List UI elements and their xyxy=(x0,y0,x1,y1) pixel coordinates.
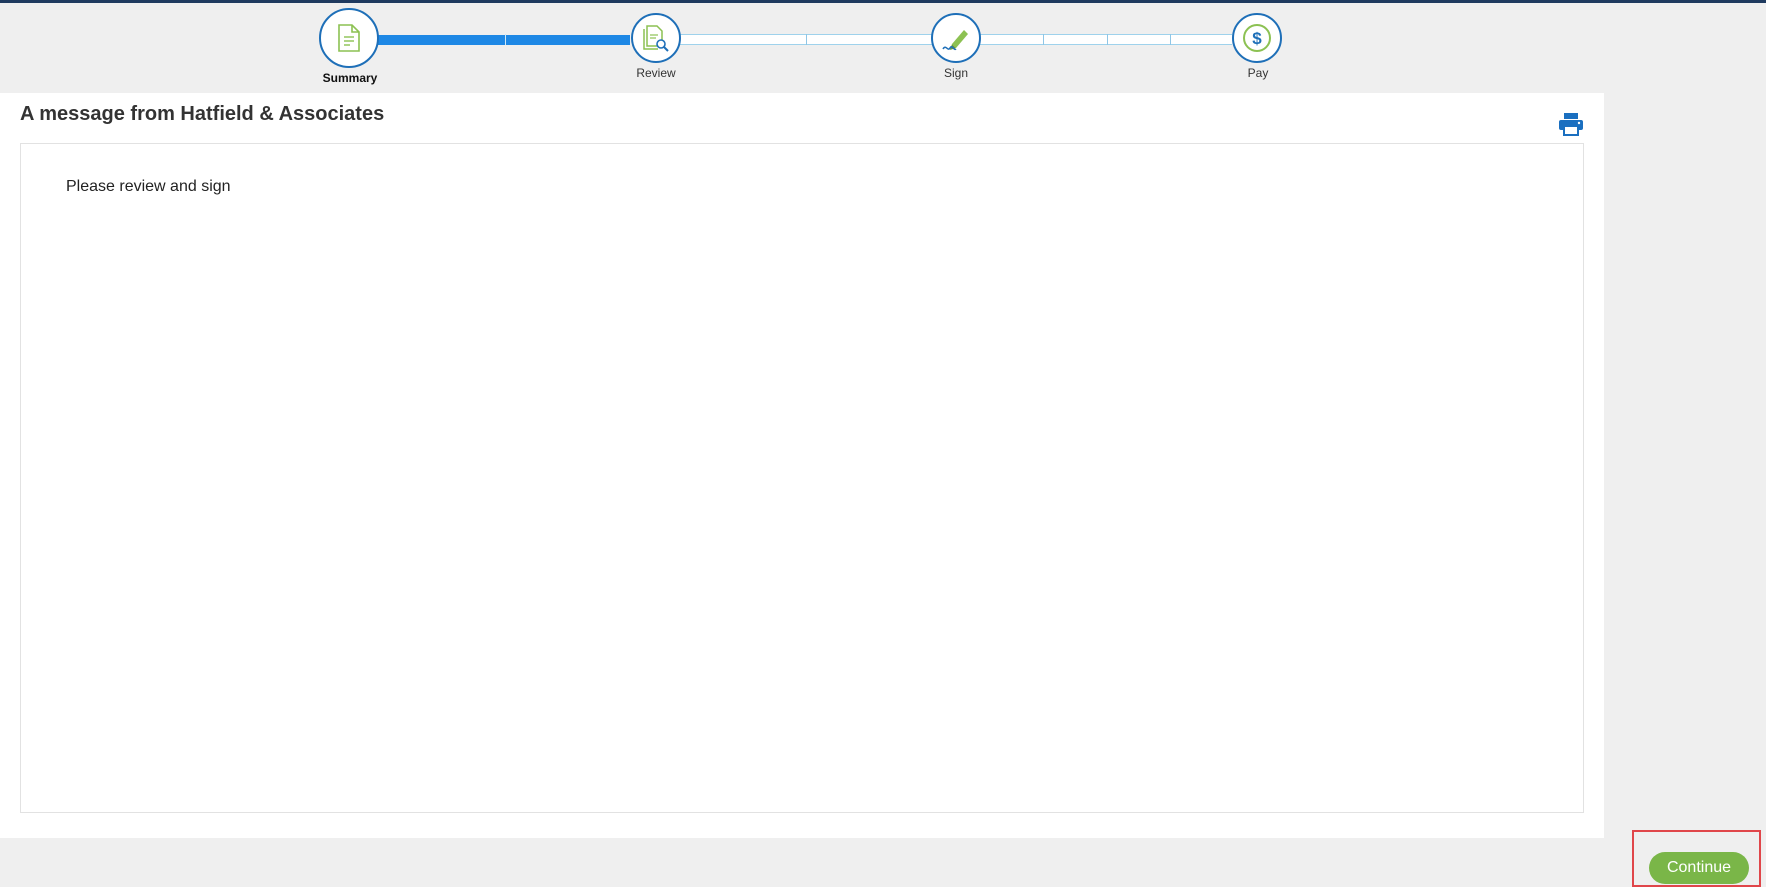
message-title: A message from Hatfield & Associates xyxy=(20,103,385,125)
progress-tick xyxy=(806,34,807,45)
printer-icon[interactable] xyxy=(1558,112,1584,136)
message-body-box: Please review and sign xyxy=(20,143,1584,813)
progress-track-segment xyxy=(678,34,932,45)
progress-tick xyxy=(505,34,506,45)
step-label-review: Review xyxy=(636,66,676,80)
progress-track-complete xyxy=(378,35,630,45)
step-sign[interactable] xyxy=(931,13,981,63)
document-search-icon xyxy=(643,25,669,52)
svg-text:$: $ xyxy=(1252,29,1262,48)
step-label-pay: Pay xyxy=(1247,66,1269,80)
step-summary[interactable] xyxy=(319,8,379,68)
step-label-summary: Summary xyxy=(322,71,378,85)
progress-tick xyxy=(1043,34,1044,45)
message-panel: A message from Hatfield & Associates Ple… xyxy=(0,93,1604,838)
progress-tick xyxy=(1170,34,1171,45)
pen-signature-icon xyxy=(942,30,968,51)
dollar-icon: $ xyxy=(1243,24,1271,52)
progress-tick xyxy=(1107,34,1108,45)
document-icon xyxy=(338,24,360,52)
step-review[interactable] xyxy=(631,13,681,63)
step-label-sign: Sign xyxy=(943,66,969,80)
message-body: Please review and sign xyxy=(66,178,231,195)
step-pay[interactable]: $ xyxy=(1232,13,1282,63)
progress-track-segment xyxy=(978,34,1232,45)
continue-button[interactable]: Continue xyxy=(1649,852,1749,884)
progress-stepper: Summary Review Sign $ Pay xyxy=(0,3,1766,91)
